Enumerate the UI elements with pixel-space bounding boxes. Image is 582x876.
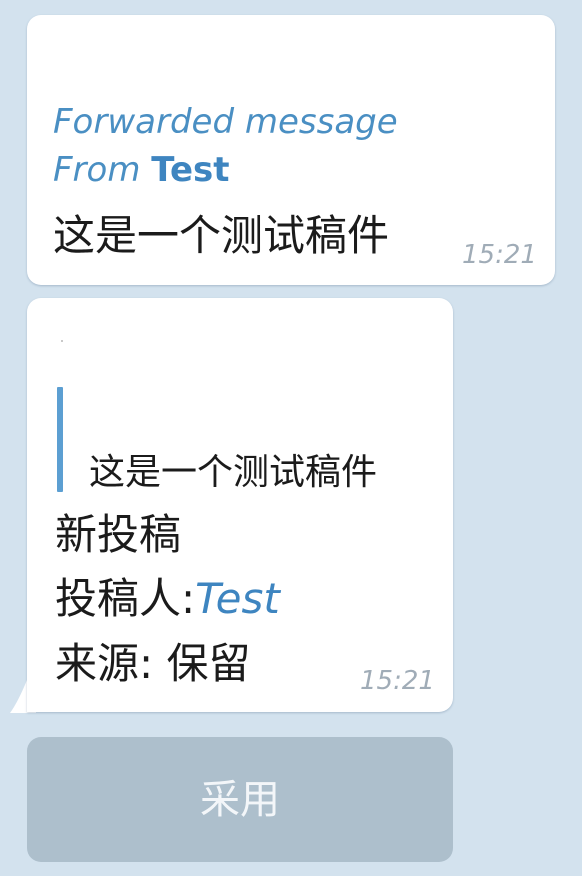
- forwarded-message-bubble[interactable]: Forwarded message From Test 这是一个测试稿件 15:…: [27, 15, 555, 285]
- submitter-line: 投稿人:Test: [55, 578, 280, 620]
- submission-title: 新投稿: [55, 510, 182, 559]
- quote-bar: [57, 387, 63, 492]
- submission-message-bubble[interactable]: 这是一个测试稿件 新投稿 投稿人:Test 来源: 保留 15:21: [27, 298, 453, 712]
- message-timestamp: 15:21: [462, 240, 537, 270]
- quoted-text: 这是一个测试稿件: [89, 452, 378, 493]
- message-timestamp: 15:21: [360, 666, 435, 696]
- forward-from-prefix: From: [53, 150, 152, 190]
- submitter-label: 投稿人:: [55, 574, 196, 623]
- accept-button[interactable]: 采用: [27, 737, 453, 862]
- message-text: 这是一个测试稿件: [53, 211, 390, 260]
- source-line: 来源: 保留: [55, 639, 251, 688]
- accept-button-label: 采用: [200, 776, 280, 823]
- forward-header-label: Forwarded message: [53, 102, 398, 142]
- forward-header: Forwarded message: [53, 105, 398, 139]
- forward-from-line: From Test: [53, 153, 230, 187]
- forward-from-name[interactable]: Test: [151, 150, 229, 190]
- link-preview-dot: [61, 340, 63, 342]
- submitter-link[interactable]: Test: [195, 574, 280, 623]
